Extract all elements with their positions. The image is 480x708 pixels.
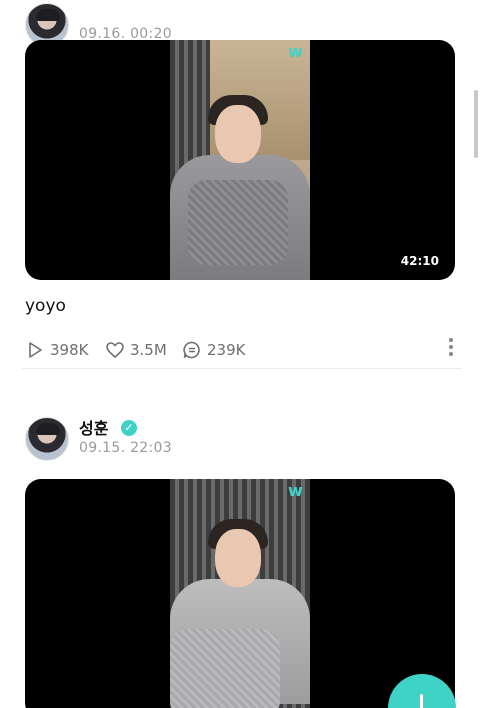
video-duration: 42:10	[400, 254, 439, 268]
author-name[interactable]: 성훈	[79, 415, 108, 439]
likes-count: 3.5M	[130, 341, 167, 359]
video-thumbnail[interactable]: w 42:10	[25, 40, 455, 280]
weverse-logo-icon: w	[288, 42, 303, 61]
views-count: 398K	[50, 341, 89, 359]
post-divider	[22, 368, 462, 369]
play-icon	[29, 342, 42, 358]
comment-button[interactable]: 239K	[182, 338, 245, 362]
post-author-row[interactable]: 성훈 ✓ 09.15. 22:03	[25, 414, 445, 461]
post-stats: 398K 3.5M 239K	[25, 338, 455, 362]
video-thumbnail[interactable]: w	[25, 479, 455, 708]
post-date: 09.15. 22:03	[79, 440, 172, 456]
scrollbar[interactable]	[474, 90, 478, 158]
post-caption[interactable]: yoyo	[25, 296, 66, 316]
author-avatar[interactable]	[25, 417, 69, 461]
weverse-logo-icon: w	[288, 481, 303, 500]
heart-icon	[106, 342, 124, 359]
video-frame: w	[170, 40, 310, 280]
comment-icon	[183, 341, 200, 359]
verified-badge-icon: ✓	[121, 420, 137, 436]
views-stat: 398K	[25, 338, 88, 362]
video-frame: w	[170, 479, 310, 708]
comments-count: 239K	[207, 341, 246, 359]
like-button[interactable]: 3.5M	[105, 338, 167, 362]
more-vertical-icon[interactable]	[447, 338, 455, 360]
